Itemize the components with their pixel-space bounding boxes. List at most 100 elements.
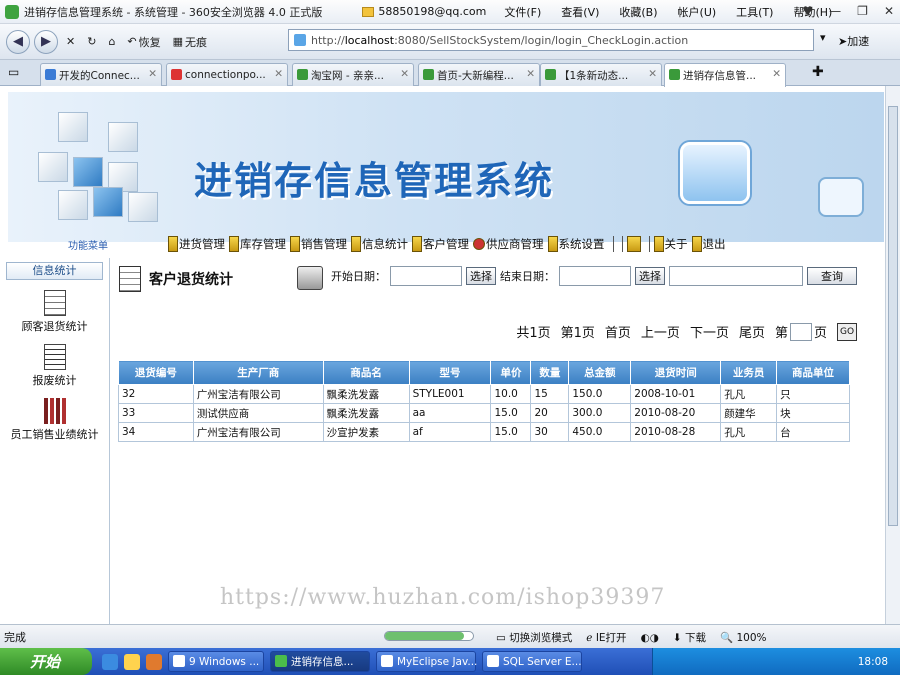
start-date-input[interactable] — [390, 266, 462, 286]
nav-statistics[interactable]: 信息统计 — [351, 236, 408, 252]
total-pages: 共1页 — [516, 326, 551, 341]
prev-page-link[interactable]: 上一页 — [641, 322, 680, 341]
nav-inventory[interactable]: 库存管理 — [229, 236, 286, 252]
table-header-row: 退货编号 生产厂商 商品名 型号 单价 数量 总金额 退货时间 业务员 商品单位 — [118, 360, 850, 385]
forward-button[interactable]: ▶ — [34, 29, 58, 54]
nav-settings[interactable]: 系统设置 — [547, 236, 605, 252]
nav-home-icon[interactable] — [626, 236, 641, 252]
about-icon — [653, 236, 664, 252]
menu-favorites[interactable]: 收藏(B) — [619, 4, 657, 20]
col-return-time: 退货时间 — [630, 360, 722, 385]
clock[interactable]: 18:08 — [858, 656, 888, 668]
query-button[interactable]: 查询 — [807, 267, 857, 285]
suppliers-icon — [473, 238, 485, 250]
browser-toolbar: ◀ ▶ ✕ ↻ ⌂ ↶ 恢复 ▦ 无痕 http://localhost:8080/… — [0, 24, 900, 60]
refresh-button[interactable]: ↻ — [83, 31, 100, 53]
restore-button[interactable]: ↶ 恢复 — [123, 31, 164, 53]
tab-close-icon[interactable]: ✕ — [648, 68, 657, 80]
maximize-button[interactable]: ❐ — [857, 4, 868, 18]
task-windows-explorer[interactable]: 9 Windows ... — [168, 651, 264, 672]
keyword-input[interactable] — [669, 266, 803, 286]
statistics-icon — [351, 236, 361, 252]
sidebar-toggle-icon[interactable]: ▭ — [8, 65, 19, 79]
goto-page-input[interactable] — [789, 322, 812, 341]
task-sql-server[interactable]: SQL Server E... — [482, 651, 582, 672]
menu-file[interactable]: 文件(F) — [504, 4, 541, 20]
list-icon — [43, 344, 66, 370]
nav-exit[interactable]: 退出 — [691, 236, 726, 252]
close-button[interactable]: ✕ — [884, 4, 894, 18]
nav-customers[interactable]: 客户管理 — [412, 236, 469, 252]
scrollbar-thumb[interactable] — [888, 106, 898, 526]
tab-close-icon[interactable]: ✕ — [526, 68, 535, 80]
nav-about[interactable]: 关于 — [653, 236, 688, 252]
status-bar: 完成 ▭ 切换浏览模式 ℯ IE打开 ◐◑ ⬇ 下载 🔍 100% — [0, 624, 900, 648]
menu-view[interactable]: 查看(V) — [561, 4, 599, 20]
nav-purchase[interactable]: 进货管理 — [168, 236, 225, 252]
download-button[interactable]: ⬇ 下载 — [673, 630, 706, 645]
new-tab-button[interactable]: ✚ — [812, 64, 824, 80]
start-date-choose-button[interactable]: 选择 — [466, 267, 496, 285]
account-email[interactable]: 58850198@qq.com — [362, 5, 486, 18]
ie-icon[interactable] — [102, 653, 118, 670]
go-button[interactable]: GO — [837, 322, 857, 341]
incognito-button[interactable]: ▦ 无痕 — [169, 31, 211, 53]
sidebar-header[interactable]: 信息统计 — [6, 262, 103, 280]
tab-2[interactable]: connectionpo... ✕ — [166, 63, 288, 86]
minimize-button[interactable]: — — [829, 4, 841, 18]
first-page-link[interactable]: 首页 — [605, 322, 631, 341]
tab-close-icon[interactable]: ✕ — [400, 68, 409, 80]
tab-close-icon[interactable]: ✕ — [772, 68, 781, 80]
tab-close-icon[interactable]: ✕ — [274, 68, 283, 80]
table-row: 33 测试供应商 飘柔洗发露 aa 15.0 20 300.0 2010-08-20 颜建华块 — [118, 403, 850, 423]
address-dropdown-icon[interactable]: ▾ — [820, 31, 826, 44]
col-product-name: 商品名 — [322, 360, 410, 385]
folder-icon[interactable] — [124, 653, 140, 670]
menu-account[interactable]: 帐户(U) — [678, 4, 717, 20]
end-date-choose-button[interactable]: 选择 — [635, 267, 665, 285]
load-progress — [384, 631, 474, 641]
zoom-level[interactable]: 🔍 100% — [720, 631, 766, 644]
tab-1[interactable]: 开发的Connec... ✕ — [40, 63, 162, 86]
back-button[interactable]: ◀ — [6, 29, 30, 54]
sidebar-item-scrap[interactable]: 报废统计 — [0, 344, 109, 388]
task-browser[interactable]: 进销存信息... — [270, 651, 370, 672]
address-bar[interactable]: http://localhost:8080/SellStockSystem/lo… — [288, 29, 814, 51]
tab-close-icon[interactable]: ✕ — [148, 68, 157, 80]
tab-6-active[interactable]: 进销存信息管... ✕ — [664, 63, 786, 87]
col-total: 总金额 — [568, 360, 632, 385]
col-manufacturer: 生产厂商 — [192, 360, 324, 385]
sidebar-item-employee-sales[interactable]: 员工销售业绩统计 — [0, 398, 109, 442]
nav-sales[interactable]: 销售管理 — [290, 236, 347, 252]
stop-button[interactable]: ✕ — [62, 31, 79, 53]
start-button[interactable]: 开始 — [0, 648, 92, 675]
top-menu: 文件(F) 查看(V) 收藏(B) 帐户(U) 工具(T) 帮助(H) — [504, 4, 832, 20]
tab-3[interactable]: 淘宝网 - 亲亲... ✕ — [292, 63, 414, 86]
browse-mode-button[interactable]: ▭ 切换浏览模式 — [496, 630, 572, 645]
windows-taskbar: 开始 9 Windows ... 进销存信息... MyEclipse Jav.… — [0, 648, 900, 675]
page-icon — [294, 34, 306, 46]
settings-icon — [547, 236, 558, 252]
left-sidebar: 信息统计 顾客退货统计 报废统计 员工销售业绩统计 — [0, 258, 110, 624]
table-row: 34 广州宝洁有限公司 沙宣护发素 af 15.0 30 450.0 2010-08-28 孔凡… — [118, 422, 850, 442]
ie-open-button[interactable]: ℯ IE打开 — [586, 630, 626, 645]
end-date-input[interactable] — [559, 266, 631, 286]
main-nav: 功能菜单 进货管理 库存管理 销售管理 信息统计 客户管理 供应商管理 系统设置… — [8, 232, 884, 256]
skin-icon[interactable]: ♥ — [802, 4, 813, 18]
media-icon[interactable] — [146, 653, 162, 670]
sidebar-item-customer-returns[interactable]: 顾客退货统计 — [0, 290, 109, 334]
task-myeclipse[interactable]: MyEclipse Jav... — [376, 651, 477, 672]
toggle-icon[interactable]: ◐◑ — [641, 632, 659, 644]
tab-5[interactable]: 【1条新动态... ✕ — [540, 63, 662, 86]
tab-4[interactable]: 首页-大新编程... ✕ — [418, 63, 540, 86]
printer-icon[interactable] — [297, 266, 323, 290]
nav-suppliers[interactable]: 供应商管理 — [473, 236, 544, 252]
vertical-scrollbar[interactable] — [885, 86, 900, 624]
next-page-link[interactable]: 下一页 — [690, 322, 729, 341]
speedup-button[interactable]: ➤加速 — [838, 33, 869, 49]
end-date-label: 结束日期： — [500, 270, 555, 283]
table-row: 32 广州宝洁有限公司 飘柔洗发露 STYLE001 10.0 15 150.0 2008-1… — [118, 384, 850, 404]
last-page-link[interactable]: 尾页 — [739, 322, 765, 341]
menu-tools[interactable]: 工具(T) — [736, 4, 773, 20]
home-button[interactable]: ⌂ — [104, 31, 119, 53]
